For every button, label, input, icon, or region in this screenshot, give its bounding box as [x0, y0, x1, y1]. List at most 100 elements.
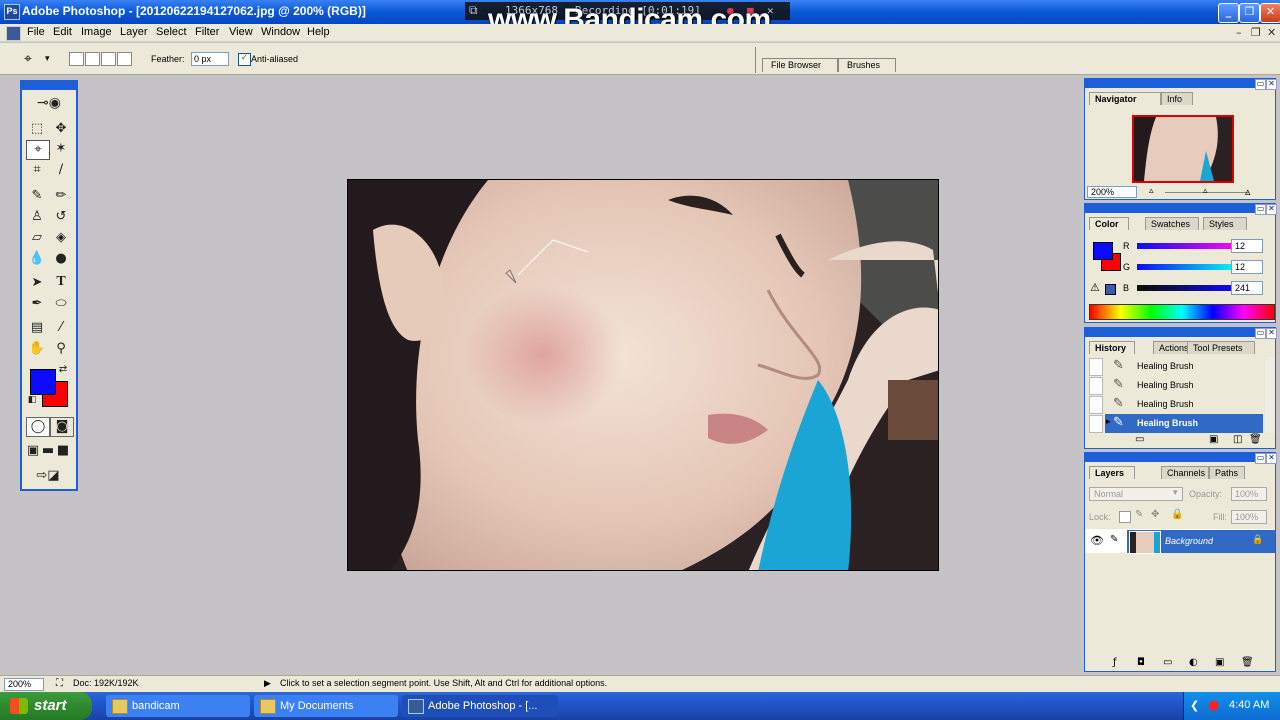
color-minimize-icon[interactable]: ▭	[1255, 204, 1266, 215]
eyedropper-tool-icon[interactable]: ⁄	[50, 319, 72, 337]
tray-arrow-icon[interactable]: ❮	[1190, 699, 1199, 712]
eraser-tool-icon[interactable]: ▱	[26, 229, 48, 247]
type-tool-icon[interactable]: T	[50, 274, 72, 292]
photoshop-app-icon[interactable]: Ps	[4, 4, 20, 20]
layers-minimize-icon[interactable]: ▭	[1255, 453, 1266, 464]
slice-tool-icon[interactable]: ∕	[50, 161, 72, 179]
opacity-field[interactable]: 100%	[1231, 487, 1267, 501]
layer-brush-link-icon[interactable]: ✎	[1110, 534, 1118, 545]
new-document-from-state-icon[interactable]: ▭	[1135, 434, 1144, 445]
menu-select[interactable]: Select	[156, 26, 187, 38]
start-button[interactable]: start	[0, 692, 92, 720]
history-scrollbar[interactable]	[1265, 357, 1275, 433]
menu-file[interactable]: File	[27, 26, 45, 38]
close-button[interactable]: ✕	[1260, 3, 1280, 23]
maximize-button[interactable]: ❐	[1239, 3, 1260, 23]
layer-visibility-eye-icon[interactable]: 👁	[1090, 534, 1104, 547]
layers-palette-header[interactable]	[1085, 453, 1275, 462]
history-snapshot-box[interactable]	[1089, 396, 1103, 414]
layers-close-icon[interactable]: ✕	[1266, 453, 1277, 464]
screen-mode-standard-icon[interactable]: ▣	[26, 442, 40, 460]
taskbar-item-bandicam[interactable]: bandicam	[106, 695, 250, 717]
zoom-out-icon[interactable]: ▵	[1149, 186, 1154, 196]
tab-history[interactable]: History	[1089, 341, 1135, 354]
screen-mode-full-icon[interactable]: ■	[56, 442, 70, 460]
tab-tool-presets[interactable]: Tool Presets	[1187, 341, 1255, 354]
blue-channel-slider[interactable]	[1137, 285, 1239, 291]
fill-field[interactable]: 100%	[1231, 510, 1267, 524]
preset-dropdown-icon[interactable]: ▾	[45, 53, 50, 64]
navigator-thumbnail[interactable]	[1132, 115, 1234, 183]
menu-view[interactable]: View	[229, 26, 253, 38]
subtract-selection-button[interactable]	[101, 52, 116, 66]
green-channel-value[interactable]: 12	[1231, 260, 1263, 274]
intersect-selection-button[interactable]	[117, 52, 132, 66]
navigator-close-icon[interactable]: ✕	[1266, 79, 1277, 90]
red-channel-slider[interactable]	[1137, 243, 1239, 249]
layer-name[interactable]: Background	[1165, 536, 1213, 546]
lock-all-icon[interactable]: 🔒	[1171, 509, 1183, 520]
menu-image[interactable]: Image	[81, 26, 112, 38]
crop-tool-icon[interactable]: ⌗	[26, 161, 48, 179]
layer-mask-icon[interactable]: ◘	[1137, 657, 1145, 668]
tab-brushes[interactable]: Brushes	[838, 58, 896, 72]
blue-channel-value[interactable]: 241	[1231, 281, 1263, 295]
new-snapshot-icon[interactable]: ▣	[1209, 434, 1218, 445]
adobe-online-icon[interactable]: ⊸◉	[26, 94, 72, 112]
tab-navigator[interactable]: Navigator	[1089, 92, 1161, 105]
notes-tool-icon[interactable]: ▤	[26, 319, 48, 337]
clone-stamp-tool-icon[interactable]: ♙	[26, 208, 48, 226]
paint-bucket-tool-icon[interactable]: ◈	[50, 229, 72, 247]
menu-filter[interactable]: Filter	[195, 26, 219, 38]
tab-color[interactable]: Color	[1089, 217, 1129, 230]
history-snapshot-box[interactable]	[1089, 415, 1103, 433]
blur-tool-icon[interactable]: 💧	[26, 250, 48, 268]
new-selection-button[interactable]	[69, 52, 84, 66]
color-fg-swatch[interactable]	[1093, 242, 1113, 260]
feather-input[interactable]: 0 px	[191, 52, 229, 66]
history-item[interactable]: ✎ Healing Brush	[1105, 376, 1263, 395]
history-trash-icon[interactable]: 🗑	[1249, 434, 1262, 445]
status-zoom-field[interactable]: 200%	[4, 678, 44, 691]
status-menu-arrow-icon[interactable]: ▶	[264, 678, 271, 689]
polygonal-lasso-tool-icon[interactable]: ⌖	[26, 140, 50, 160]
zoom-slider-handle-icon[interactable]: ▵	[1203, 186, 1208, 196]
doc-minimize-button[interactable]: –	[1236, 26, 1242, 39]
history-item[interactable]: ✎ Healing Brush	[1105, 395, 1263, 414]
zoom-tool-icon[interactable]: ⚲	[50, 340, 72, 358]
magic-wand-tool-icon[interactable]: ✶	[50, 140, 72, 158]
in-gamut-swatch[interactable]	[1105, 284, 1116, 295]
color-ramp[interactable]	[1089, 304, 1275, 320]
jump-to-imageready-icon[interactable]: ⇨◪	[26, 467, 70, 485]
dodge-tool-icon[interactable]: ●	[50, 250, 72, 268]
menu-window[interactable]: Window	[261, 26, 300, 38]
history-brush-tool-icon[interactable]: ↺	[50, 208, 72, 226]
blend-mode-dropdown-icon[interactable]: ▾	[1173, 488, 1178, 498]
tab-layers[interactable]: Layers	[1089, 466, 1135, 479]
standard-mode-icon[interactable]: ◯	[26, 417, 50, 437]
menu-help[interactable]: Help	[307, 26, 330, 38]
marquee-tool-icon[interactable]: ⬚	[26, 120, 48, 138]
history-item[interactable]: ✎ Healing Brush	[1105, 357, 1263, 376]
swap-colors-icon[interactable]: ⇄	[56, 364, 70, 376]
tab-info[interactable]: Info	[1161, 92, 1193, 105]
navigator-zoom-field[interactable]: 200%	[1087, 186, 1137, 198]
doc-restore-button[interactable]: ❐	[1251, 26, 1261, 39]
tab-channels[interactable]: Channels	[1161, 466, 1209, 479]
history-snapshot-box[interactable]	[1089, 358, 1103, 376]
new-layer-icon[interactable]: ▣	[1215, 657, 1224, 668]
history-minimize-icon[interactable]: ▭	[1255, 328, 1266, 339]
foreground-color-swatch[interactable]	[30, 369, 56, 395]
lock-image-icon[interactable]: ✎	[1135, 509, 1143, 520]
tab-swatches[interactable]: Swatches	[1145, 217, 1199, 230]
document-canvas[interactable]	[347, 179, 939, 571]
doc-close-button[interactable]: ✕	[1267, 26, 1276, 39]
add-selection-button[interactable]	[85, 52, 100, 66]
polygonal-lasso-preset-icon[interactable]: ⌖	[24, 50, 32, 67]
anti-aliased-checkbox[interactable]: ✓	[238, 53, 251, 66]
gamut-warning-icon[interactable]: ⚠	[1090, 281, 1100, 294]
document-info-icon[interactable]: ⛶	[56, 678, 63, 689]
shape-tool-icon[interactable]: ⬭	[50, 295, 72, 313]
history-palette-header[interactable]	[1085, 328, 1275, 337]
lock-position-icon[interactable]: ✥	[1151, 509, 1159, 520]
